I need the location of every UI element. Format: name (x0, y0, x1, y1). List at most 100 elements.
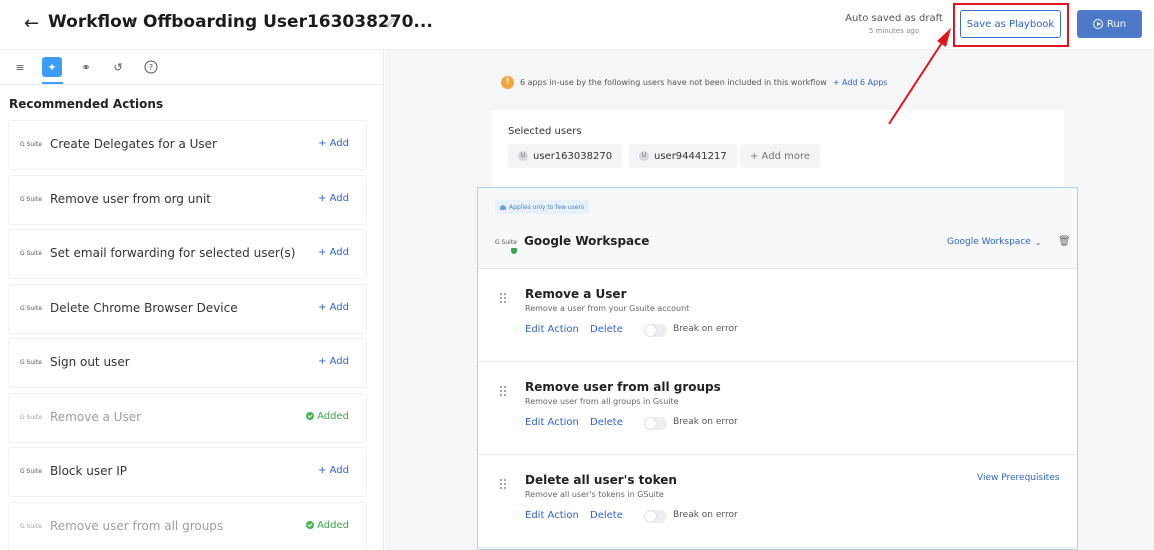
help-circle-icon: ? (144, 60, 158, 74)
check-circle-icon (306, 521, 315, 529)
list-item[interactable]: G Suite Block user IP + Add (8, 447, 367, 497)
gsuite-logo-icon: G Suite (20, 413, 42, 421)
svg-text:?: ? (149, 63, 153, 72)
break-on-error-label: Break on error (673, 417, 738, 427)
workflow-action-row: Delete all user's token Remove all user'… (478, 455, 1077, 548)
recommended-actions-title: Recommended Actions (9, 97, 164, 111)
edit-action-link[interactable]: Edit Action (525, 324, 579, 335)
user-name: user94441217 (654, 150, 727, 162)
arrow-left-icon[interactable]: ← (24, 13, 39, 34)
play-circle-icon (1092, 19, 1103, 29)
run-button[interactable]: Run (1077, 10, 1142, 38)
active-tab-underline (42, 82, 63, 84)
action-label: Remove user from all groups (50, 518, 224, 533)
selected-users-title: Selected users (508, 126, 582, 137)
app-title: Google Workspace (524, 234, 650, 248)
workflow-app-card: Applies only to few users G Suite Google… (477, 187, 1078, 550)
save-as-playbook-button[interactable]: Save as Playbook (960, 10, 1061, 38)
gsuite-logo-icon: G Suite (20, 250, 42, 257)
drag-handle-icon[interactable] (500, 293, 508, 305)
action-label: Delete Chrome Browser Device (50, 300, 238, 315)
workflow-action-row: Remove a User Remove a user from your Gs… (478, 269, 1077, 362)
autosave-text: Auto saved as draft (845, 13, 943, 24)
workflow-action-row: Remove user from all groups Remove user … (478, 362, 1077, 455)
users-icon (500, 204, 506, 210)
action-label: Create Delegates for a User (50, 137, 217, 151)
action-label: Remove user from org unit (50, 191, 211, 206)
action-label: Sign out user (50, 355, 130, 369)
edit-action-link[interactable]: Edit Action (525, 510, 579, 521)
list-item[interactable]: G Suite Remove user from org unit + Add (8, 174, 367, 225)
applies-badge: Applies only to few users (495, 200, 590, 214)
add-action-button[interactable]: + Add (318, 247, 349, 258)
list-item[interactable]: G Suite Set email forwarding for selecte… (8, 229, 367, 279)
edit-action-link[interactable]: Edit Action (525, 417, 579, 428)
action-label: Set email forwarding for selected user(s… (50, 246, 296, 260)
link-icon[interactable]: ⚭ (76, 57, 96, 77)
list-item: G Suite Remove a User Added (8, 392, 367, 443)
sparkle-icon[interactable]: ✦ (42, 57, 62, 77)
apps-notice: ! 6 apps in-use by the following users h… (501, 76, 887, 89)
history-icon[interactable]: ↺ (108, 57, 128, 77)
user-chip[interactable]: U user94441217 (629, 144, 737, 168)
list-item[interactable]: G Suite Create Delegates for a User + Ad… (8, 120, 367, 170)
add-action-button[interactable]: + Add (318, 138, 349, 149)
break-on-error-toggle[interactable] (644, 417, 667, 430)
gsuite-logo-icon: G Suite (20, 359, 42, 366)
delete-action-link[interactable]: Delete (590, 417, 623, 428)
break-on-error-label: Break on error (673, 510, 738, 520)
break-on-error-label: Break on error (673, 324, 738, 334)
user-avatar-icon: U (518, 151, 528, 161)
user-name: user163038270 (533, 150, 613, 162)
gsuite-logo-icon: G Suite (20, 141, 42, 148)
added-status: Added (306, 411, 349, 422)
chevron-down-icon: ⌄ (1034, 237, 1042, 247)
add-apps-link[interactable]: + Add 6 Apps (833, 78, 888, 87)
gsuite-logo-icon: G Suite (495, 239, 517, 246)
action-title: Remove a User (525, 287, 627, 301)
user-chip[interactable]: U user163038270 (508, 144, 623, 168)
recommended-actions-list: G Suite Create Delegates for a User + Ad… (8, 120, 367, 550)
add-action-button[interactable]: + Add (318, 465, 349, 476)
action-label: Remove a User (50, 409, 142, 424)
break-on-error-toggle[interactable] (644, 510, 667, 523)
add-more-users-button[interactable]: + Add more (740, 144, 820, 168)
action-description: Remove user from all groups in Gsuite (525, 397, 679, 406)
added-label: Added (317, 410, 349, 422)
gsuite-logo-icon: G Suite (20, 304, 42, 312)
app-card-header: Applies only to few users G Suite Google… (478, 188, 1077, 269)
delete-action-link[interactable]: Delete (590, 324, 623, 335)
action-title: Delete all user's token (525, 473, 677, 487)
action-title: Remove user from all groups (525, 380, 721, 394)
notice-text: 6 apps in-use by the following users hav… (520, 78, 827, 87)
gsuite-logo-icon: G Suite (20, 468, 42, 475)
breadcrumb-workflow[interactable]: Workflow (48, 12, 138, 32)
list-icon[interactable]: ≡ (10, 57, 30, 77)
break-on-error-toggle[interactable] (644, 324, 667, 337)
autosave-time: 5 minutes ago (868, 27, 920, 35)
add-action-button[interactable]: + Add (318, 302, 349, 313)
autosave-status: Auto saved as draft 5 minutes ago (840, 13, 948, 35)
action-label: Block user IP (50, 464, 128, 478)
add-action-button[interactable]: + Add (318, 356, 349, 367)
user-avatar-icon: U (639, 151, 649, 161)
list-item[interactable]: G Suite Delete Chrome Browser Device + A… (8, 283, 367, 334)
trash-icon[interactable]: 🗑 (1058, 236, 1071, 247)
run-label: Run (1106, 18, 1127, 30)
delete-action-link[interactable]: Delete (590, 510, 623, 521)
pencil-icon[interactable] (385, 16, 397, 28)
check-circle-icon (306, 412, 315, 420)
added-status: Added (306, 520, 349, 531)
applies-text: Applies only to few users (509, 203, 585, 211)
drag-handle-icon[interactable] (500, 479, 508, 491)
app-account-select[interactable]: Google Workspace ⌄ (947, 237, 1042, 247)
gsuite-logo-icon: G Suite (20, 195, 42, 203)
gsuite-logo-icon: G Suite (20, 522, 42, 530)
list-item: G Suite Remove user from all groups Adde… (8, 501, 367, 550)
sidebar-toolbar: ≡ ✦ ⚭ ↺ ? (0, 50, 384, 85)
drag-handle-icon[interactable] (500, 386, 508, 398)
add-action-button[interactable]: + Add (318, 193, 349, 204)
help-icon[interactable]: ? (141, 57, 161, 77)
view-prerequisites-link[interactable]: View Prerequisites (977, 473, 1059, 483)
list-item[interactable]: G Suite Sign out user + Add (8, 338, 367, 388)
